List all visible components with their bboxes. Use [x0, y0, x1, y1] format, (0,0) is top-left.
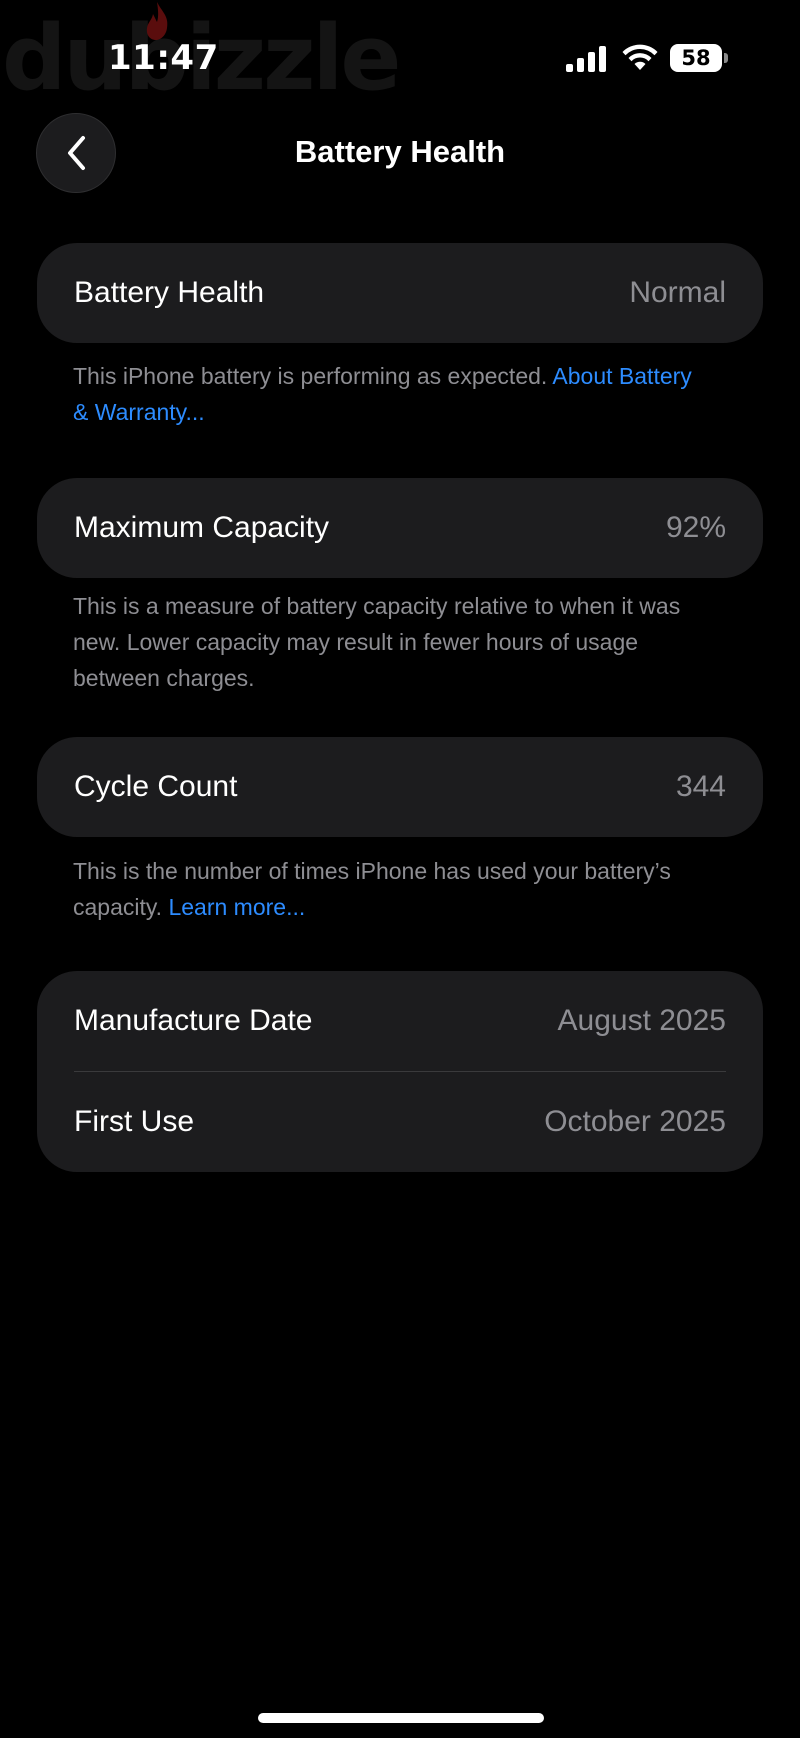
battery-health-label: Battery Health [74, 276, 265, 309]
battery-health-screen: dubizzle 11:47 58 Battery Health Battery… [0, 0, 800, 1738]
first-use-row: First Use October 2025 [37, 1072, 763, 1172]
manufacture-date-label: Manufacture Date [74, 1004, 313, 1037]
first-use-value: October 2025 [544, 1105, 726, 1138]
cycle-count-footnote: This is the number of times iPhone has u… [73, 853, 713, 925]
cycle-count-description: This is the number of times iPhone has u… [73, 858, 671, 920]
cycle-count-row: Cycle Count 344 [37, 737, 763, 837]
battery-cap [724, 53, 728, 63]
maximum-capacity-footnote: This is a measure of battery capacity re… [73, 593, 681, 691]
battery-health-row: Battery Health Normal [37, 243, 763, 343]
status-time: 11:47 [108, 38, 219, 78]
first-use-label: First Use [74, 1105, 194, 1138]
battery-health-description: This iPhone battery is performing as exp… [73, 363, 553, 389]
maximum-capacity-value: 92% [665, 511, 726, 544]
learn-more-link[interactable]: Learn more... [168, 894, 305, 920]
cycle-count-label: Cycle Count [74, 770, 238, 803]
battery-health-value: Normal [629, 276, 726, 309]
home-indicator[interactable] [258, 1713, 544, 1723]
battery-health-card: Battery Health Normal [37, 243, 763, 343]
battery-icon: 58 [670, 44, 722, 72]
wifi-icon [622, 44, 658, 70]
maximum-capacity-row: Maximum Capacity 92% [37, 478, 763, 578]
cellular-signal-icon [566, 46, 606, 72]
manufacture-date-value: August 2025 [557, 1004, 726, 1037]
cycle-count-value: 344 [675, 770, 726, 803]
page-title: Battery Health [294, 134, 506, 169]
maximum-capacity-card: Maximum Capacity 92% [37, 478, 763, 578]
manufacture-date-row: Manufacture Date August 2025 [37, 971, 763, 1071]
battery-health-footnote: This iPhone battery is performing as exp… [73, 358, 713, 430]
cycle-count-card: Cycle Count 344 [37, 737, 763, 837]
flame-logo-icon [146, 2, 168, 40]
maximum-capacity-label: Maximum Capacity [74, 511, 330, 544]
battery-dates-card: Manufacture Date August 2025 First Use O… [37, 971, 763, 1172]
